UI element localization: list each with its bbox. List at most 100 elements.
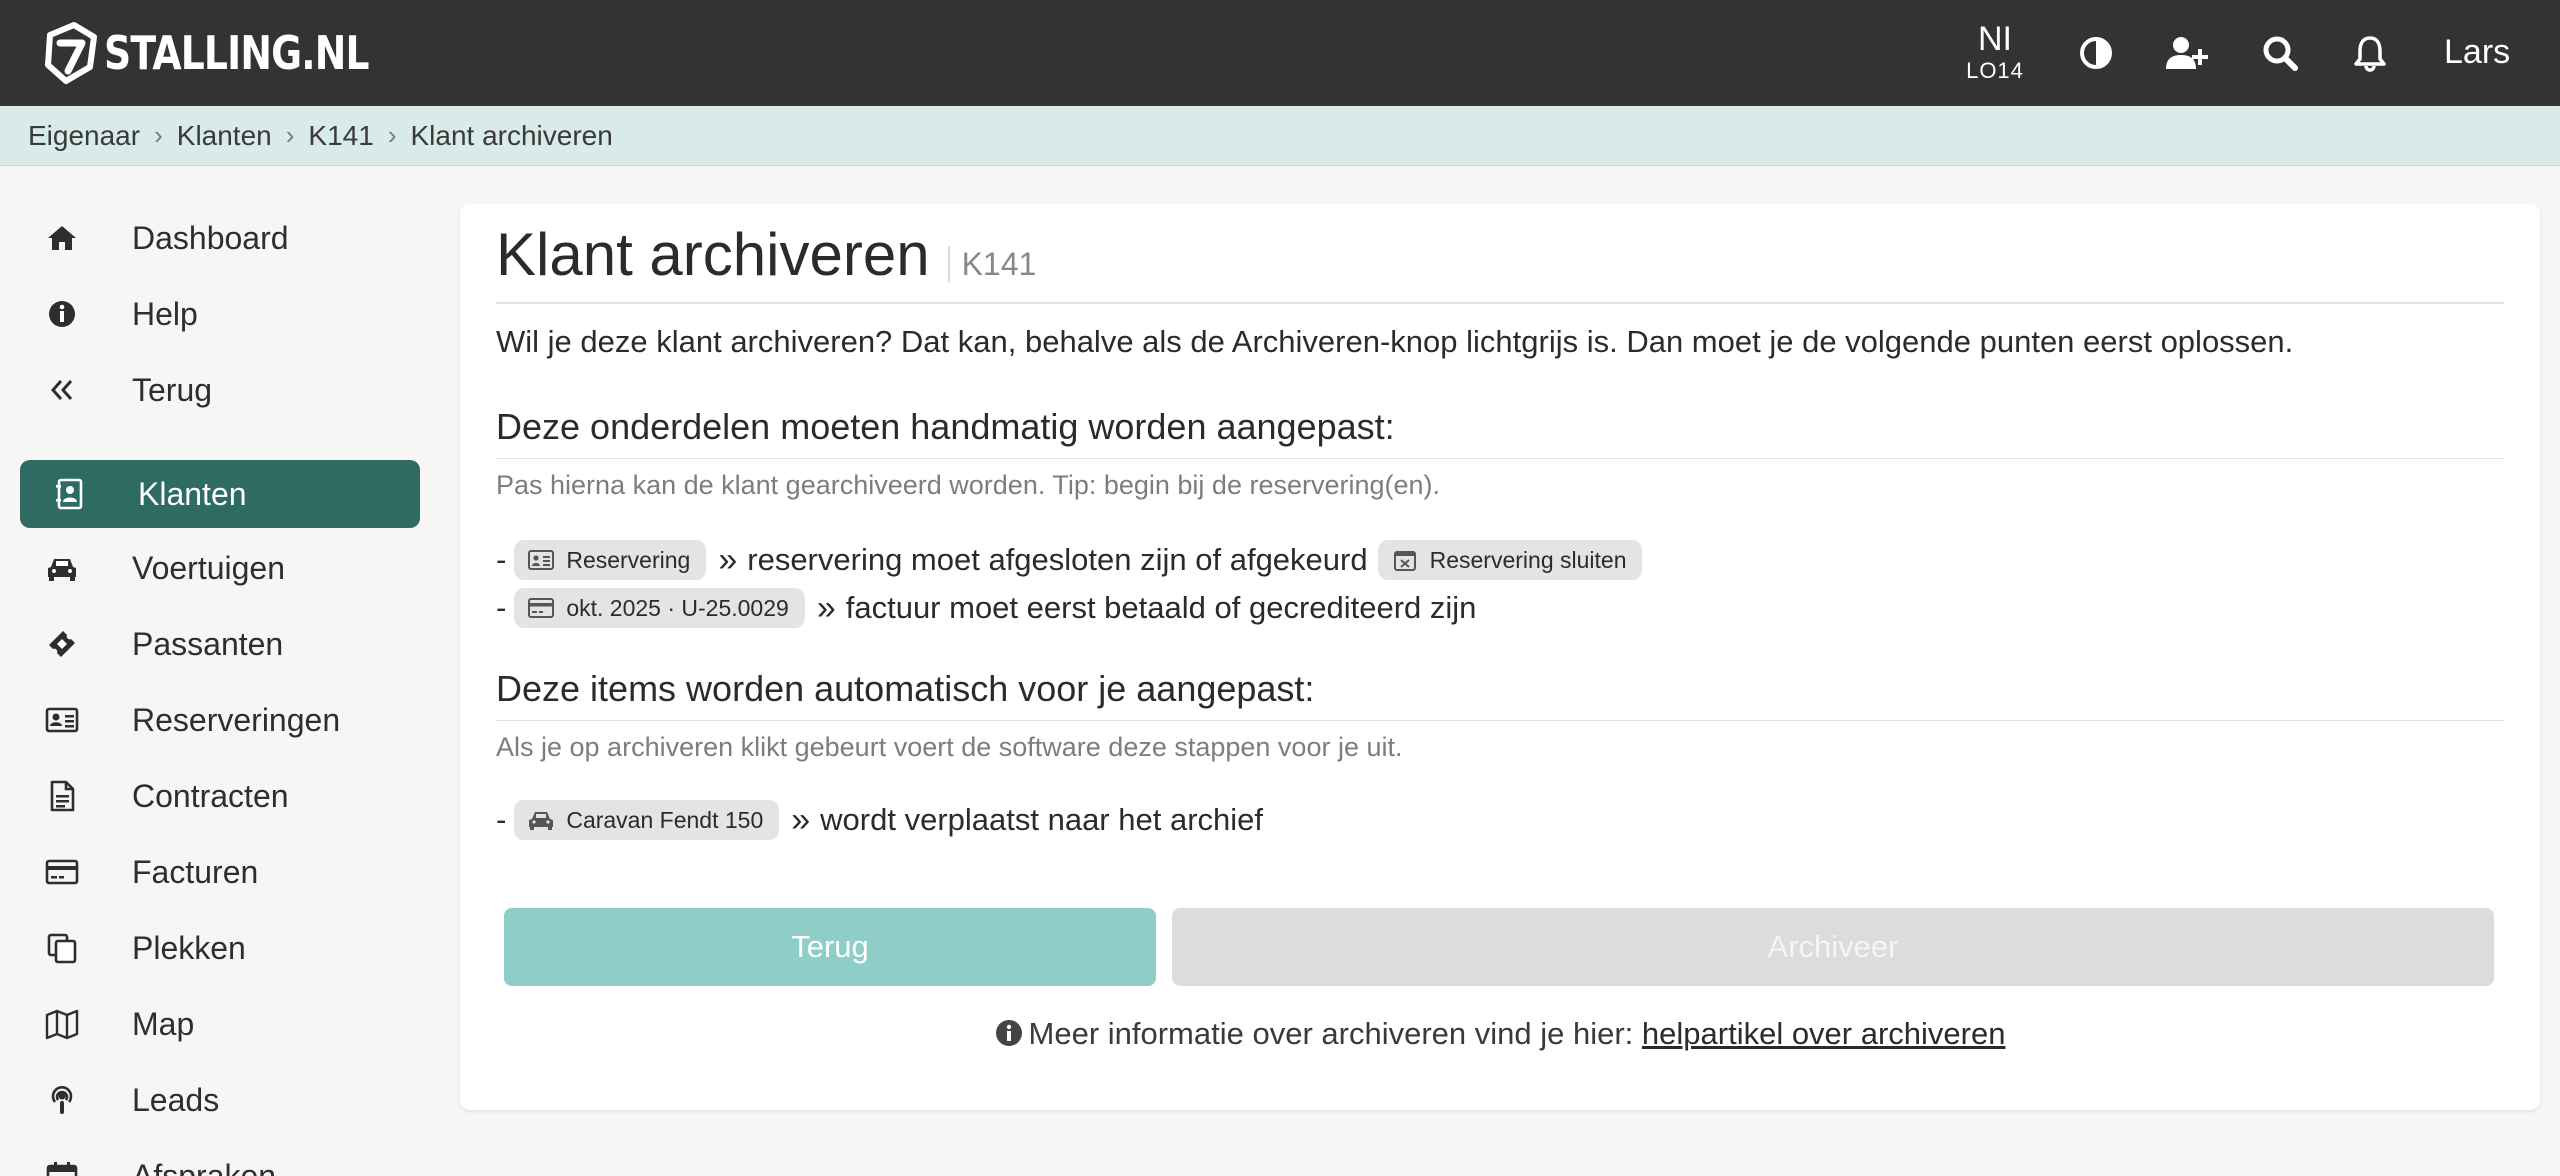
search-icon[interactable] [2260,33,2300,73]
raquo-icon: » [718,540,738,579]
sidebar-item-contracten[interactable]: Contracten [20,762,420,830]
calendar-x-icon [1393,551,1416,571]
copy-icon [42,928,82,968]
page-title-row: Klant archiveren K141 [496,220,1036,289]
sidebar-item-leads[interactable]: Leads [20,1066,420,1134]
sidebar-item-dashboard[interactable]: Dashboard [20,204,420,272]
bell-icon[interactable] [2350,33,2390,73]
pill-label: Reservering [566,546,691,573]
location-code: NI [1978,20,2012,58]
sidebar-item-label: Passanten [132,625,284,662]
page-title-customer-code: K141 [947,246,1036,283]
sidebar-item-reserveringen[interactable]: Reserveringen [20,686,420,754]
podcast-icon [42,1080,82,1120]
breadcrumb-chevron-icon: › [154,120,163,150]
contact-book-icon [50,474,90,514]
double-chevron-left-icon [42,370,82,410]
sidebar-item-afspraken[interactable]: Afspraken [20,1142,420,1176]
pill-label: Reservering sluiten [1429,546,1627,573]
divider [496,458,2504,459]
logo-text: STALLING.NL [104,26,370,80]
page-title: Klant archiveren [496,221,930,288]
breadcrumb-k141[interactable]: K141 [308,120,373,152]
sidebar-item-klanten[interactable]: Klanten [20,460,420,528]
info-icon [42,294,82,334]
sidebar-item-label: Facturen [132,853,259,890]
reservation-pill[interactable]: Reservering [514,540,707,580]
sidebar-item-label: Terug [132,371,213,408]
sidebar-item-label: Dashboard [132,219,289,256]
breadcrumb-klanten[interactable]: Klanten [177,120,272,152]
manual-heading: Deze onderdelen moeten handmatig worden … [496,406,1395,447]
vehicle-pill[interactable]: Caravan Fendt 150 [514,800,780,840]
car-icon [42,548,82,588]
manual-row-reservation: - Reservering » reservering moet afgeslo… [496,540,1650,580]
sidebar-item-label: Leads [132,1081,220,1118]
sidebar-item-label: Plekken [132,929,246,966]
row-text: wordt verplaatst naar het archief [820,802,1263,837]
id-card-icon [528,550,555,570]
sidebar-item-voertuigen[interactable]: Voertuigen [20,534,420,602]
invoice-pill[interactable]: okt. 2025 · U-25.0029 [514,588,805,628]
car-icon [529,812,554,830]
top-bar: STALLING.NL NI LO14 Lars [0,0,2560,106]
breadcrumb: Eigenaar › Klanten › K141 › Klant archiv… [0,106,2560,166]
breadcrumb-eigenaar[interactable]: Eigenaar [28,120,140,152]
sidebar-item-label: Help [132,295,198,332]
breadcrumb-current: Klant archiveren [410,119,613,151]
logo[interactable]: STALLING.NL [44,20,427,86]
automatic-heading: Deze items worden automatisch voor je aa… [496,668,1315,709]
home-icon [42,218,82,258]
intro-text: Wil je deze klant archiveren? Dat kan, b… [496,324,2294,359]
add-user-icon[interactable] [2164,33,2210,73]
info-icon [995,1020,1022,1046]
sidebar-item-label: Map [132,1005,195,1042]
sidebar-item-label: Afspraken [132,1157,277,1176]
help-info: Meer informatie over archiveren vind je … [460,1016,2540,1052]
list-dash: - [496,590,507,625]
divider [496,720,2504,721]
id-card-icon [42,700,82,740]
automatic-row-vehicle: - Caravan Fendt 150 » wordt verplaatst n… [496,800,1263,840]
raquo-icon: » [791,800,811,839]
document-icon [42,776,82,816]
list-dash: - [496,802,507,837]
logo-icon [45,22,97,84]
row-text: factuur moet eerst betaald of gecreditee… [845,590,1477,625]
sidebar-item-terug[interactable]: Terug [20,356,420,424]
user-menu[interactable]: Lars [2444,33,2510,72]
archive-button[interactable]: Archiveer [1172,908,2494,986]
sidebar-item-map[interactable]: Map [20,990,420,1058]
map-icon [42,1004,82,1044]
manual-hint: Pas hierna kan de klant gearchiveerd wor… [496,470,1441,500]
contrast-icon[interactable] [2076,33,2116,73]
pill-label: Caravan Fendt 150 [566,806,764,833]
breadcrumb-chevron-icon: › [387,120,397,150]
manual-row-invoice: - okt. 2025 · U-25.0029 » factuur moet e… [496,588,1476,628]
help-info-text: Meer informatie over archiveren vind je … [1028,1016,1634,1051]
archive-card: Klant archiveren K141 Wil je deze klant … [460,204,2540,1110]
sidebar: Dashboard Help Terug Klanten Voertuigen … [0,166,440,1176]
credit-card-icon [42,852,82,892]
pill-label: okt. 2025 · U-25.0029 [566,594,789,621]
sidebar-item-help[interactable]: Help [20,280,420,348]
sidebar-item-label: Voertuigen [132,549,286,586]
ticket-icon [42,624,82,664]
breadcrumb-chevron-icon: › [285,120,295,150]
location-sub: LO14 [1966,58,2024,83]
sidebar-item-label: Reserveringen [132,701,341,738]
list-dash: - [496,542,507,577]
sidebar-item-plekken[interactable]: Plekken [20,914,420,982]
help-article-link[interactable]: helpartikel over archiveren [1642,1016,2006,1051]
close-reservation-button[interactable]: Reservering sluiten [1377,540,1643,580]
row-text: reservering moet afgesloten zijn of afge… [747,542,1368,577]
raquo-icon: » [816,588,836,627]
sidebar-item-label: Contracten [132,777,289,814]
back-button[interactable]: Terug [504,908,1156,986]
sidebar-item-passanten[interactable]: Passanten [20,610,420,678]
sidebar-item-label: Klanten [138,475,247,512]
calendar-icon [42,1156,82,1176]
sidebar-item-facturen[interactable]: Facturen [20,838,420,906]
automatic-hint: Als je op archiveren klikt gebeurt voert… [496,732,1403,762]
location-switcher[interactable]: NI LO14 [1960,22,2030,82]
